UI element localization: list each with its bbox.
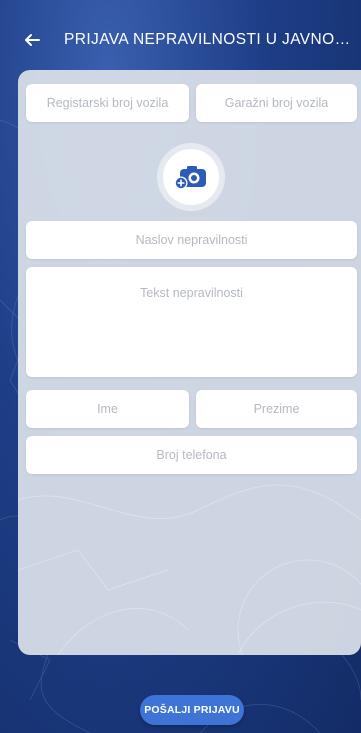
issue-text-textarea[interactable]: Tekst nepravilnosti — [26, 267, 357, 377]
registration-number-input[interactable]: Registarski broj vozila — [26, 84, 189, 122]
garage-number-input[interactable]: Garažni broj vozila — [196, 84, 357, 122]
add-camera-icon — [174, 166, 206, 190]
add-photo-button[interactable] — [157, 143, 225, 211]
phone-number-input[interactable]: Broj telefona — [26, 436, 357, 474]
arrow-left-icon — [25, 34, 40, 46]
report-form-card: Registarski broj vozila Garažni broj voz… — [18, 70, 361, 655]
first-name-input[interactable]: Ime — [26, 390, 189, 428]
back-button[interactable] — [20, 28, 44, 52]
page-title: PRIJAVA NEPRAVILNOSTI U JAVNOM PRE... — [64, 31, 361, 48]
last-name-input[interactable]: Prezime — [196, 390, 357, 428]
issue-title-input[interactable]: Naslov nepravilnosti — [26, 221, 357, 259]
submit-report-button[interactable]: POŠALJI PRIJAVU — [140, 695, 244, 725]
